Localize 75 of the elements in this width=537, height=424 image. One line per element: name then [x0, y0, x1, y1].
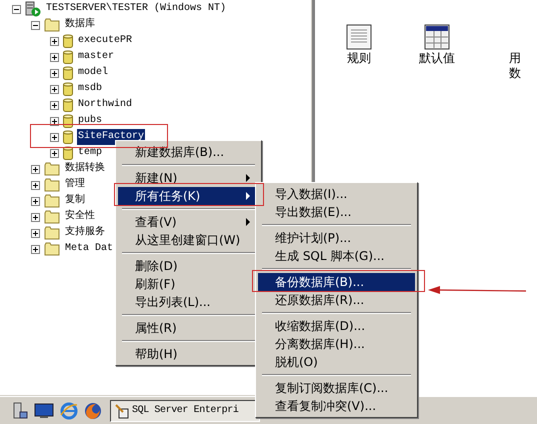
tree-item[interactable]: Meta Dat — [64, 241, 114, 257]
object-label[interactable]: 规则 — [347, 52, 371, 65]
folder-icon — [44, 162, 60, 176]
tree-item[interactable]: 复制 — [64, 193, 86, 209]
expand-icon[interactable] — [31, 180, 40, 190]
collapse-icon[interactable] — [31, 20, 40, 30]
menu-item[interactable]: 导出数据(E)... — [258, 203, 415, 221]
document-icon — [346, 24, 372, 50]
menu-item[interactable]: 备份数据库(B)... — [258, 273, 415, 291]
menu-item[interactable]: 分离数据库(H)... — [258, 335, 415, 353]
tree-item[interactable]: TESTSERVER\TESTER (Windows NT) — [45, 1, 228, 17]
tree-item[interactable]: temp — [77, 145, 104, 161]
tree-item[interactable]: 管理 — [64, 177, 86, 193]
browser-e-icon[interactable] — [60, 402, 78, 420]
folder-icon — [44, 178, 60, 192]
expand-icon[interactable] — [31, 228, 40, 238]
fox-globe-icon[interactable] — [84, 402, 102, 420]
tree-item[interactable]: executePR — [77, 33, 134, 49]
database-icon — [63, 146, 73, 160]
menu-item[interactable]: 脱机(O) — [258, 353, 415, 371]
database-icon — [63, 34, 73, 48]
expand-icon[interactable] — [50, 84, 59, 94]
folder-icon — [44, 226, 60, 240]
database-icon — [63, 82, 73, 96]
menu-item[interactable]: 查看(V) — [118, 213, 259, 231]
server-icon[interactable] — [12, 402, 28, 420]
folder-icon — [44, 210, 60, 224]
expand-icon[interactable] — [50, 116, 59, 126]
tree-item[interactable]: msdb — [77, 81, 104, 97]
taskbar-button[interactable]: SQL Server Enterpri — [110, 400, 260, 422]
expand-icon[interactable] — [50, 52, 59, 62]
menu-item[interactable]: 从这里创建窗口(W) — [118, 231, 259, 249]
menu-item[interactable]: 属性(R) — [118, 319, 259, 337]
menu-item[interactable]: 还原数据库(R)... — [258, 291, 415, 309]
monitor-icon[interactable] — [34, 402, 54, 418]
expand-icon[interactable] — [50, 68, 59, 78]
object-label[interactable]: 默认值 — [419, 52, 455, 65]
tree-item[interactable]: Northwind — [77, 97, 134, 113]
tree-item[interactable]: 数据库 — [64, 17, 96, 33]
table-icon — [424, 24, 450, 50]
folder-icon — [44, 194, 60, 208]
database-icon — [63, 114, 73, 128]
menu-item[interactable]: 复制订阅数据库(C)... — [258, 379, 415, 397]
menu-item[interactable]: 生成 SQL 脚本(G)... — [258, 247, 415, 265]
database-icon — [63, 50, 73, 64]
menu-item[interactable]: 收缩数据库(D)... — [258, 317, 415, 335]
object-label[interactable]: 数 — [509, 67, 521, 80]
expand-icon[interactable] — [31, 196, 40, 206]
menu-item[interactable]: 查看复制冲突(V)... — [258, 397, 415, 415]
expand-icon[interactable] — [50, 100, 59, 110]
menu-item[interactable]: 新建(N) — [118, 169, 259, 187]
tree-item[interactable]: 安全性 — [64, 209, 96, 225]
collapse-icon[interactable] — [12, 4, 21, 14]
menu-item[interactable]: 维护计划(P)... — [258, 229, 415, 247]
object-label[interactable]: 用 — [509, 52, 521, 65]
expand-icon[interactable] — [50, 36, 59, 46]
database-icon — [63, 98, 73, 112]
expand-icon[interactable] — [50, 132, 59, 142]
folder-icon — [44, 242, 60, 256]
database-icon — [63, 66, 73, 80]
task-label: SQL Server Enterpri — [132, 404, 238, 418]
database-icon — [63, 130, 73, 144]
menu-item[interactable]: 帮助(H) — [118, 345, 259, 363]
expand-icon[interactable] — [31, 212, 40, 222]
tree-item[interactable]: model — [77, 65, 110, 81]
menu-item[interactable]: 导出列表(L)... — [118, 293, 259, 311]
expand-icon[interactable] — [31, 244, 40, 254]
tree-item[interactable]: 支持服务 — [64, 225, 106, 241]
tree-item[interactable]: pubs — [77, 113, 104, 129]
expand-icon[interactable] — [50, 148, 59, 158]
folder-icon — [44, 18, 60, 32]
expand-icon[interactable] — [31, 164, 40, 174]
tree-item[interactable]: master — [77, 49, 116, 65]
menu-item[interactable]: 删除(D) — [118, 257, 259, 275]
tree-item[interactable]: 数据转换 — [64, 161, 106, 177]
